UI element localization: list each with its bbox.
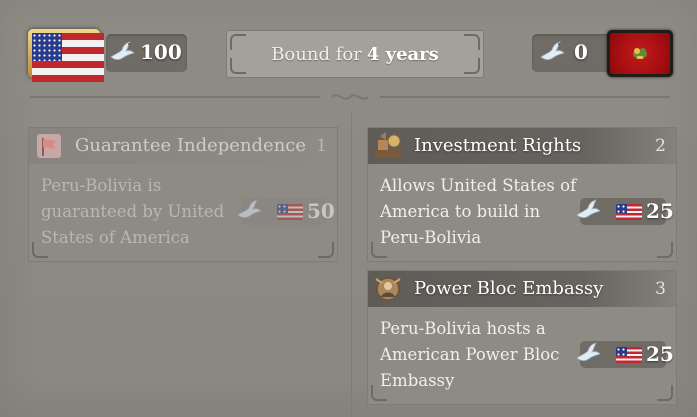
header-divider: [30, 93, 670, 101]
card-cost-value: 50: [307, 199, 335, 223]
card-number: 2: [655, 136, 666, 156]
card-header: Investment Rights 2: [368, 128, 676, 164]
card-cost-value: 25: [646, 199, 674, 223]
target-influence-value: 0: [574, 40, 588, 64]
card-description: Peru-Bolivia hosts a American Power Bloc…: [380, 319, 560, 390]
dove-icon: [576, 342, 601, 362]
card-cost: 50: [237, 198, 335, 225]
card-description: Allows United States of America to build…: [380, 176, 577, 247]
card-header: Power Bloc Embassy 3: [368, 271, 676, 307]
pact-card-investment-rights[interactable]: Investment Rights 2 Allows United States…: [367, 127, 677, 262]
united-states-flag-button[interactable]: [28, 29, 104, 82]
us-flag-icon: [277, 204, 303, 220]
us-flag-icon: [616, 204, 642, 220]
card-number: 3: [655, 279, 666, 299]
card-title: Power Bloc Embassy: [414, 278, 604, 299]
flag-icon: [37, 134, 61, 158]
pact-duration-label: Bound for: [271, 43, 362, 65]
player-influence-value: 100: [140, 40, 182, 64]
card-title: Investment Rights: [414, 135, 582, 156]
card-header: Guarantee Independence 1: [29, 128, 337, 164]
us-flag-icon: [32, 33, 104, 82]
card-cost-value: 25: [646, 342, 674, 366]
player-influence-box: 100: [106, 34, 187, 72]
card-title: Guarantee Independence: [75, 135, 307, 156]
card-cost: 25: [576, 198, 674, 225]
diplomatic-pact-panel: 100 Bound for 4 years 0 Guarantee Indepe…: [0, 0, 697, 417]
investment-icon: [375, 132, 401, 158]
card-number: 1: [316, 136, 327, 156]
card-cost: 25: [576, 341, 674, 368]
pact-card-guarantee-independence[interactable]: Guarantee Independence 1 Peru-Bolivia is…: [28, 127, 338, 262]
pact-duration-box: Bound for 4 years: [226, 30, 484, 78]
dove-icon: [110, 41, 135, 61]
dove-icon: [576, 199, 601, 219]
dove-icon: [540, 41, 565, 61]
column-divider: [351, 112, 352, 417]
embassy-icon: [375, 277, 401, 301]
pact-duration-value: 4 years: [366, 43, 439, 65]
peru-bolivia-flag-icon: [610, 33, 670, 74]
peru-bolivia-flag-button[interactable]: [607, 30, 673, 77]
pact-card-power-bloc-embassy[interactable]: Power Bloc Embassy 3 Peru-Bolivia hosts …: [367, 270, 677, 405]
dove-icon: [237, 199, 262, 219]
us-flag-icon: [616, 347, 642, 363]
target-influence-box: 0: [532, 34, 612, 72]
card-description: Peru-Bolivia is guaranteed by United Sta…: [41, 176, 225, 247]
